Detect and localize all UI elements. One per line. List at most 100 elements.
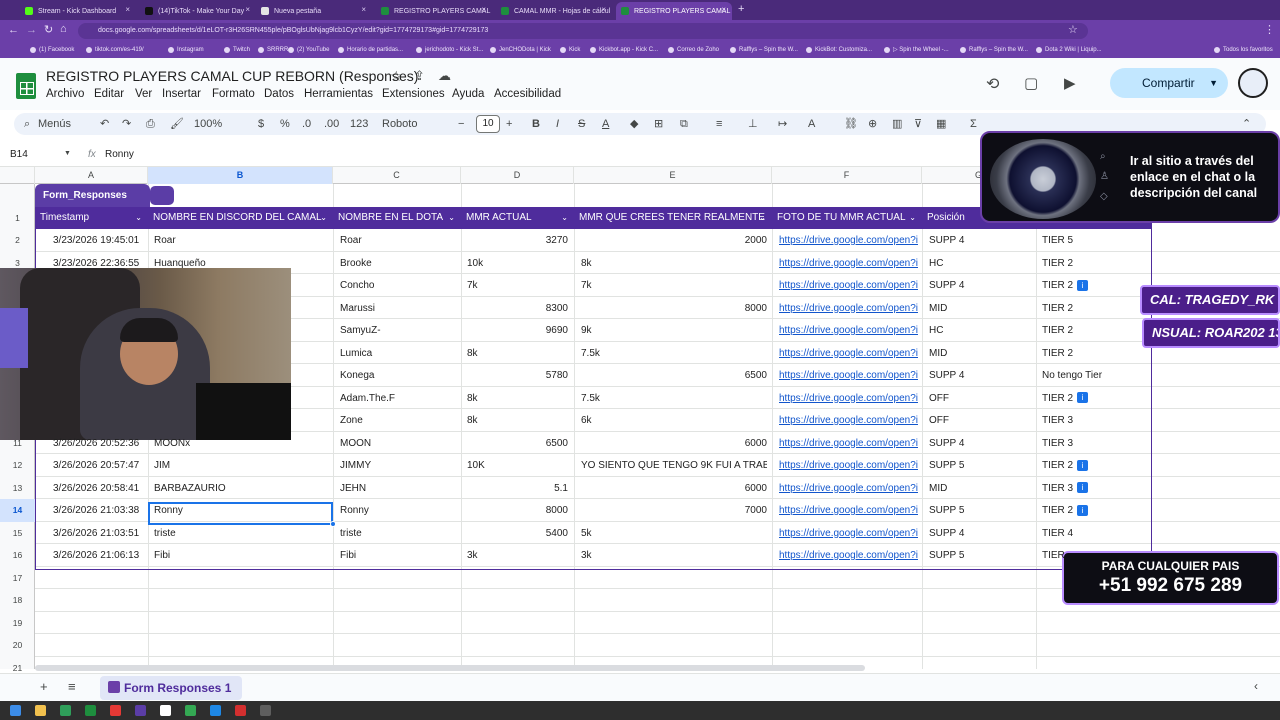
- table-cell[interactable]: 7.5k: [581, 343, 767, 365]
- table-cell[interactable]: 3/26/2026 21:06:13: [53, 545, 143, 567]
- table-cell[interactable]: MID: [929, 478, 1029, 500]
- bookmark-item[interactable]: Kickbot.app - Kick C...: [590, 44, 658, 56]
- table-cell[interactable]: SUPP 5: [929, 545, 1029, 567]
- table-cell[interactable]: 6500: [467, 433, 568, 455]
- table-cell[interactable]: Ronny: [340, 500, 458, 522]
- zoom-select[interactable]: 100%: [194, 116, 222, 132]
- table-header-cell[interactable]: NOMBRE EN EL DOTA ⌄: [333, 207, 461, 229]
- column-menu-chevron-icon[interactable]: ⌄: [561, 207, 568, 229]
- mmr-photo-link[interactable]: https://drive.google.com/open?i: [779, 275, 921, 297]
- table-cell[interactable]: Adam.The.F: [340, 388, 458, 410]
- table-cell[interactable]: 5k: [581, 523, 767, 545]
- align-horizontal-icon[interactable]: ≡: [716, 116, 722, 132]
- menu-editar[interactable]: Editar: [94, 88, 124, 100]
- table-cell[interactable]: BARBAZAURIO: [154, 478, 329, 500]
- bookmark-item[interactable]: Twitch: [224, 44, 250, 56]
- table-cell[interactable]: 3/23/2026 19:45:01: [53, 230, 143, 252]
- table-header-cell[interactable]: Timestamp ⌄: [35, 207, 148, 229]
- font-select[interactable]: Roboto: [382, 116, 417, 132]
- undo-icon[interactable]: ↶: [100, 116, 109, 132]
- table-cell[interactable]: 9690: [467, 320, 568, 342]
- table-cell[interactable]: Huanqueño: [154, 253, 329, 275]
- table-cell[interactable]: 8k: [467, 343, 568, 365]
- mmr-photo-link[interactable]: https://drive.google.com/open?i: [779, 230, 921, 252]
- table-cell[interactable]: TIER 2i: [1042, 500, 1150, 522]
- bookmark-item[interactable]: Todos los favoritos: [1214, 44, 1273, 56]
- table-cell[interactable]: SamyuZ-: [340, 320, 458, 342]
- table-cell[interactable]: Konega: [340, 365, 458, 387]
- table-cell[interactable]: Fibi: [154, 545, 329, 567]
- column-header-f[interactable]: F: [772, 167, 922, 184]
- bookmark-item[interactable]: tiktok.com/es-419/: [86, 44, 144, 56]
- link-icon[interactable]: ⛓: [844, 116, 858, 132]
- table-cell[interactable]: 10K: [467, 455, 568, 477]
- table-cell[interactable]: JIMMY: [340, 455, 458, 477]
- table-cell[interactable]: Roar: [154, 230, 329, 252]
- mmr-photo-link[interactable]: https://drive.google.com/open?i: [779, 410, 921, 432]
- search-icon[interactable]: ⌕: [24, 116, 30, 132]
- functions-icon[interactable]: Σ: [970, 116, 977, 132]
- table-cell[interactable]: Lumica: [340, 343, 458, 365]
- name-box-chevron-icon[interactable]: ▼: [64, 150, 71, 157]
- row-header[interactable]: 19: [0, 612, 35, 635]
- table-header-cell[interactable]: NOMBRE EN DISCORD DEL CAMAL ⌄: [148, 207, 333, 229]
- taskbar-app-icon[interactable]: [135, 705, 146, 716]
- sheet-tab[interactable]: Form Responses 1: [100, 676, 242, 700]
- taskbar-app-icon[interactable]: [160, 705, 171, 716]
- table-cell[interactable]: 6k: [581, 410, 767, 432]
- table-cell[interactable]: TIER 2i: [1042, 275, 1150, 297]
- home-icon[interactable]: ⌂: [60, 23, 67, 35]
- meet-icon[interactable]: ▶: [1064, 74, 1076, 92]
- menu-datos[interactable]: Datos: [264, 88, 294, 100]
- table-cell[interactable]: triste: [340, 523, 458, 545]
- add-sheet-icon[interactable]: +: [40, 679, 48, 694]
- table-cell[interactable]: JIM: [154, 455, 329, 477]
- taskbar-app-icon[interactable]: [110, 705, 121, 716]
- row-header[interactable]: 17: [0, 567, 35, 590]
- table-menu-icon[interactable]: [150, 186, 174, 205]
- bookmark-item[interactable]: ▷ Spin the Wheel -...: [884, 44, 949, 56]
- table-cell[interactable]: Brooke: [340, 253, 458, 275]
- mmr-photo-link[interactable]: https://drive.google.com/open?i: [779, 455, 921, 477]
- browser-tab-2[interactable]: (14)TikTok - Make Your Day ×: [140, 2, 256, 20]
- table-cell[interactable]: TIER 2i: [1042, 455, 1150, 477]
- column-header-d[interactable]: D: [461, 167, 574, 184]
- currency-button[interactable]: $: [258, 116, 264, 132]
- text-rotate-icon[interactable]: A: [808, 116, 815, 132]
- name-box[interactable]: B14: [10, 149, 28, 160]
- font-size-field[interactable]: 10: [476, 115, 500, 133]
- mmr-photo-link[interactable]: https://drive.google.com/open?i: [779, 433, 921, 455]
- menu-formato[interactable]: Formato: [212, 88, 255, 100]
- forward-icon[interactable]: →: [26, 24, 37, 36]
- increase-decimal-button[interactable]: .00: [324, 116, 339, 132]
- close-tab-icon[interactable]: ×: [601, 5, 606, 14]
- reload-icon[interactable]: ↻: [44, 23, 53, 36]
- table-cell[interactable]: TIER 3: [1042, 433, 1150, 455]
- table-cell[interactable]: JEHN: [340, 478, 458, 500]
- decrease-decimal-button[interactable]: .0: [302, 116, 311, 132]
- table-cell[interactable]: YO SIENTO QUE TENGO 9K FUI A TRABAJA: [581, 455, 767, 477]
- paint-format-icon[interactable]: 🖌: [170, 116, 184, 132]
- collapse-side-icon[interactable]: ‹: [1254, 679, 1258, 693]
- avatar[interactable]: [1238, 68, 1268, 98]
- mmr-photo-link[interactable]: https://drive.google.com/open?i: [779, 545, 921, 567]
- table-cell[interactable]: SUPP 4: [929, 365, 1029, 387]
- font-size-decrease-icon[interactable]: −: [458, 116, 464, 132]
- table-cell[interactable]: SUPP 4: [929, 230, 1029, 252]
- table-cell[interactable]: 5400: [467, 523, 568, 545]
- close-tab-icon[interactable]: ×: [245, 5, 250, 14]
- table-name-chip[interactable]: Form_Responses: [35, 184, 150, 207]
- table-cell[interactable]: 8000: [467, 500, 568, 522]
- mmr-photo-link[interactable]: https://drive.google.com/open?i: [779, 298, 921, 320]
- table-cell[interactable]: Ronny: [154, 500, 329, 522]
- column-header-a[interactable]: A: [35, 167, 148, 184]
- info-icon[interactable]: i: [1077, 459, 1089, 471]
- bookmark-item[interactable]: Rafflys – Spin the W...: [730, 44, 798, 56]
- column-header-b[interactable]: B: [148, 167, 333, 184]
- row-header[interactable]: 20: [0, 634, 35, 657]
- close-tab-icon[interactable]: ×: [361, 5, 366, 14]
- star-doc-icon[interactable]: ☆: [390, 68, 403, 85]
- taskbar-app-icon[interactable]: [10, 705, 21, 716]
- comments-icon[interactable]: ▢: [1024, 74, 1038, 92]
- close-tab-icon[interactable]: ×: [481, 5, 486, 14]
